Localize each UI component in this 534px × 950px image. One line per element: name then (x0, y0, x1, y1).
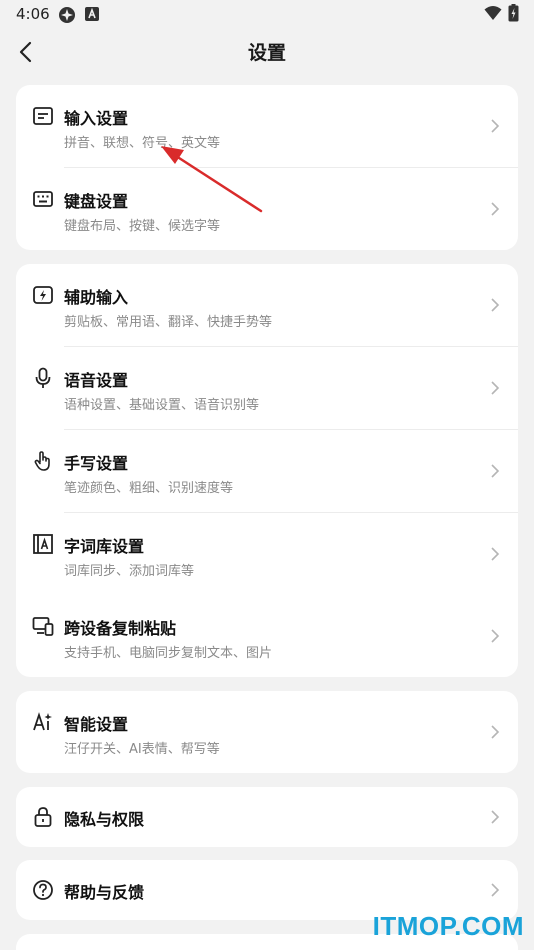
chevron-right-icon (491, 547, 500, 561)
settings-item-label: 智能设置 (64, 715, 129, 734)
input-settings-icon (33, 107, 53, 125)
settings-group-features: 辅助输入 剪贴板、常用语、翻译、快捷手势等 语音设置 语种设置、基础设置、语音识… (16, 264, 518, 677)
settings-item-description: 拼音、联想、符号、英文等 (64, 136, 221, 151)
settings-item-voice[interactable]: 语音设置 语种设置、基础设置、语音识别等 (16, 347, 518, 429)
settings-item-description: 键盘布局、按键、候选字等 (64, 219, 221, 234)
chevron-right-icon (491, 202, 500, 216)
settings-item-smart[interactable]: 智能设置 汪仔开关、AI表情、帮写等 (16, 691, 518, 773)
settings-group-input: 输入设置 拼音、联想、符号、英文等 键盘设置 键盘布局、按键、候选字等 (16, 85, 518, 250)
settings-item-label: 手写设置 (64, 454, 129, 473)
settings-item-description: 剪贴板、常用语、翻译、快捷手势等 (64, 315, 273, 330)
settings-item-description: 语种设置、基础设置、语音识别等 (64, 398, 260, 413)
lock-icon (34, 807, 52, 827)
settings-item-label: 隐私与权限 (64, 810, 145, 829)
app-notification-a-icon (85, 7, 99, 21)
page-title: 设置 (247, 42, 286, 64)
chevron-right-icon (491, 298, 500, 312)
settings-item-label: 输入设置 (64, 109, 129, 128)
assist-input-icon (33, 286, 53, 304)
dictionary-icon (33, 534, 53, 554)
wifi-icon (484, 6, 502, 20)
help-icon (33, 880, 53, 900)
handwriting-icon (34, 451, 50, 471)
status-time: 4:06 (16, 5, 50, 23)
settings-item-label: 语音设置 (64, 371, 129, 390)
status-bar: 4:06 (0, 0, 534, 28)
microphone-icon (35, 367, 51, 388)
settings-item-description: 词库同步、添加词库等 (64, 564, 195, 579)
settings-item-assist-input[interactable]: 辅助输入 剪贴板、常用语、翻译、快捷手势等 (16, 264, 518, 346)
settings-item-description: 笔迹颜色、粗细、识别速度等 (64, 481, 234, 496)
settings-item-cross-device[interactable]: 跨设备复制粘贴 支持手机、电脑同步复制文本、图片 (16, 595, 518, 677)
chevron-right-icon (491, 119, 500, 133)
settings-group-privacy: 隐私与权限 (16, 787, 518, 847)
settings-item-label: 跨设备复制粘贴 (64, 619, 177, 638)
chevron-right-icon (491, 381, 500, 395)
settings-item-label: 帮助与反馈 (64, 883, 145, 902)
chevron-right-icon (491, 464, 500, 478)
settings-item-label: 辅助输入 (64, 288, 129, 307)
keyboard-icon (33, 191, 53, 207)
chevron-right-icon (491, 725, 500, 739)
app-header: 设置 (0, 28, 534, 76)
cross-device-icon (32, 617, 54, 636)
chevron-right-icon (491, 629, 500, 643)
settings-item-input[interactable]: 输入设置 拼音、联想、符号、英文等 (16, 85, 518, 167)
watermark: ITMOP.COM (372, 911, 524, 941)
settings-item-label: 键盘设置 (64, 192, 129, 211)
settings-item-keyboard[interactable]: 键盘设置 键盘布局、按键、候选字等 (16, 168, 518, 250)
settings-item-description: 汪仔开关、AI表情、帮写等 (64, 742, 220, 757)
chevron-right-icon (491, 810, 500, 824)
settings-item-label: 字词库设置 (64, 537, 145, 556)
settings-group-smart: 智能设置 汪仔开关、AI表情、帮写等 (16, 691, 518, 773)
chevron-right-icon (491, 883, 500, 897)
settings-item-privacy[interactable]: 隐私与权限 (16, 787, 518, 847)
settings-item-description: 支持手机、电脑同步复制文本、图片 (64, 646, 273, 661)
settings-item-dictionary[interactable]: 字词库设置 词库同步、添加词库等 (16, 513, 518, 595)
app-notification-icon (59, 7, 75, 23)
battery-icon (508, 4, 519, 22)
settings-item-handwriting[interactable]: 手写设置 笔迹颜色、粗细、识别速度等 (16, 430, 518, 512)
ai-icon (33, 712, 52, 731)
